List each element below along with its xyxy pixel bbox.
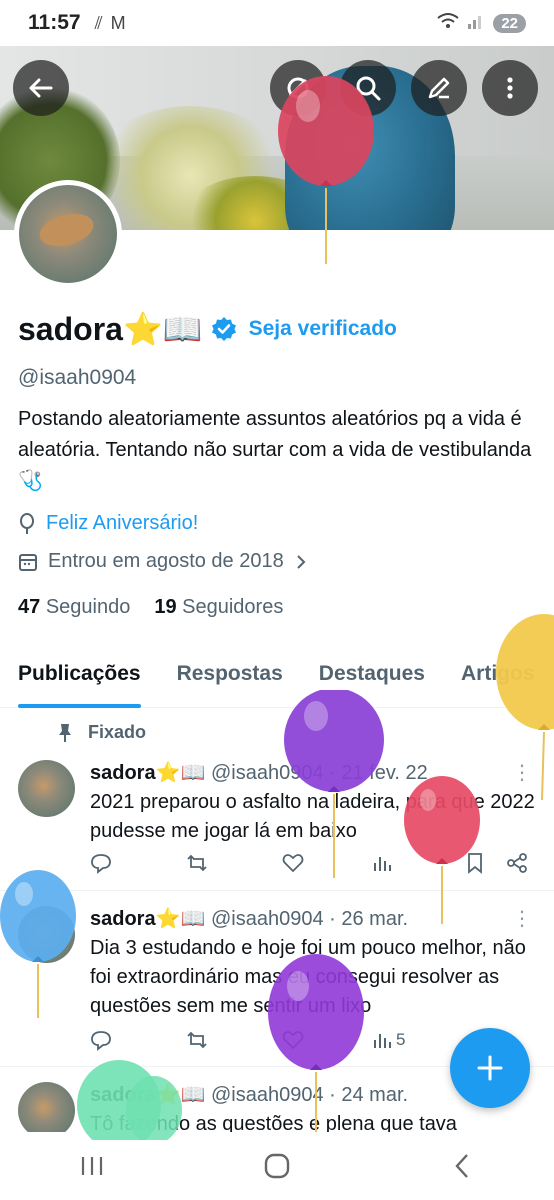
- tweet-handle: @isaah0904: [210, 762, 324, 784]
- repost-icon: [187, 854, 207, 872]
- tweet-date: 26 mar.: [341, 908, 409, 930]
- pin-icon: [59, 723, 71, 742]
- like-button[interactable]: [282, 1029, 372, 1051]
- search-icon: [356, 76, 381, 101]
- tweet-date: 21 fev. 22: [341, 762, 428, 784]
- joined-label: Entrou em agosto de 2018: [48, 550, 284, 572]
- status-time: 11:57: [28, 11, 81, 34]
- tweet-handle: @isaah0904: [210, 908, 324, 930]
- tweet-date: 24 mar.: [341, 1084, 409, 1106]
- balloon-icon: [20, 512, 34, 534]
- share-icon: [507, 853, 527, 873]
- back-icon: [29, 78, 53, 98]
- views-button[interactable]: [372, 853, 466, 873]
- tab-replies[interactable]: Respostas: [159, 650, 301, 707]
- reply-icon: [91, 1031, 111, 1051]
- status-bar: 11:57 ⫽ M 22: [0, 0, 554, 46]
- profile-avatar[interactable]: [14, 180, 122, 288]
- profile-name-row: sadora⭐📖 Seja verificado: [18, 310, 397, 348]
- tweet-avatar[interactable]: [18, 1082, 75, 1139]
- tweet-author[interactable]: sadora⭐📖: [90, 762, 205, 784]
- profile-bio: Postando aleatoriamente assuntos aleatór…: [18, 408, 532, 492]
- recent-apps-button[interactable]: [62, 1141, 122, 1191]
- chevron-right-icon: [297, 554, 306, 569]
- pinned-label: Fixado: [88, 722, 147, 742]
- tweet-avatar[interactable]: [18, 760, 75, 817]
- plus-icon: [477, 1055, 503, 1081]
- gmail-icon: M: [110, 12, 126, 33]
- followers-link[interactable]: 19 Seguidores: [154, 596, 283, 619]
- heart-icon: [282, 1031, 304, 1050]
- reply-button[interactable]: [90, 1029, 186, 1051]
- tweet-handle: @isaah0904: [210, 1084, 324, 1106]
- reply-icon: [91, 854, 111, 874]
- profile-handle: @isaah0904: [18, 366, 137, 389]
- tweet-avatar[interactable]: [18, 906, 75, 963]
- pinned-indicator: Fixado: [58, 722, 146, 743]
- verified-badge-icon[interactable]: [211, 316, 237, 342]
- tab-posts[interactable]: Publicações: [0, 650, 159, 708]
- calendar-icon: [19, 553, 37, 571]
- follow-stats: 47 Seguindo 19 Seguidores: [18, 596, 283, 619]
- tweet-author[interactable]: sadora⭐📖: [90, 908, 205, 930]
- compose-post-button[interactable]: [450, 1028, 530, 1108]
- home-icon: [264, 1153, 290, 1179]
- tweet-author[interactable]: sadora⭐📖: [90, 1084, 205, 1106]
- views-button[interactable]: 5: [372, 1030, 466, 1050]
- following-link[interactable]: 47 Seguindo: [18, 596, 130, 619]
- views-icon: [374, 857, 391, 871]
- birthday-row[interactable]: Feliz Aniversário!: [18, 512, 198, 535]
- home-button[interactable]: [247, 1141, 307, 1191]
- tweet-actions: [90, 852, 530, 874]
- repost-icon: [187, 1031, 207, 1049]
- reply-button[interactable]: [90, 852, 186, 874]
- tweet-text: 2021 preparou o asfalto na ladeira, para…: [90, 791, 535, 842]
- edit-icon: [428, 77, 450, 99]
- tweet-more-button[interactable]: ⋮: [512, 760, 532, 785]
- system-nav-bar: [0, 1132, 554, 1200]
- tab-articles[interactable]: Artigos: [443, 650, 553, 707]
- bookmark-icon: [468, 853, 482, 874]
- bookmark-button[interactable]: [466, 852, 506, 874]
- tweet-text: Dia 3 estudando e hoje foi um pouco melh…: [90, 937, 526, 1017]
- wifi-icon: [437, 12, 459, 35]
- like-button[interactable]: [282, 852, 372, 874]
- repost-button[interactable]: [186, 1029, 282, 1051]
- battery-indicator: 22: [493, 13, 526, 33]
- share-button[interactable]: [506, 852, 528, 874]
- views-icon: [374, 1034, 391, 1048]
- signal-dots-icon: ⫽: [94, 12, 103, 33]
- birthday-label[interactable]: Feliz Aniversário!: [46, 512, 198, 535]
- edit-profile-button[interactable]: [411, 60, 467, 116]
- repost-button[interactable]: [186, 852, 282, 874]
- recent-apps-icon: [82, 1157, 103, 1175]
- grok-button[interactable]: [270, 60, 326, 116]
- display-name: sadora⭐📖: [18, 311, 203, 347]
- search-button[interactable]: [340, 60, 396, 116]
- cell-signal-icon: [467, 12, 485, 35]
- back-button[interactable]: [13, 60, 69, 116]
- tab-highlights[interactable]: Destaques: [301, 650, 443, 707]
- tweet-more-button[interactable]: ⋮: [512, 906, 532, 931]
- views-count: 5: [396, 1030, 406, 1049]
- joined-row[interactable]: Entrou em agosto de 2018: [18, 550, 308, 573]
- more-options-button[interactable]: [482, 60, 538, 116]
- grok-icon: [287, 77, 309, 99]
- back-chevron-icon: [455, 1154, 468, 1178]
- profile-tabs: Publicações Respostas Destaques Artigos: [0, 650, 554, 708]
- back-nav-button[interactable]: [432, 1141, 492, 1191]
- heart-icon: [282, 854, 304, 873]
- more-vertical-icon: [507, 77, 513, 99]
- get-verified-link[interactable]: Seja verificado: [249, 317, 397, 341]
